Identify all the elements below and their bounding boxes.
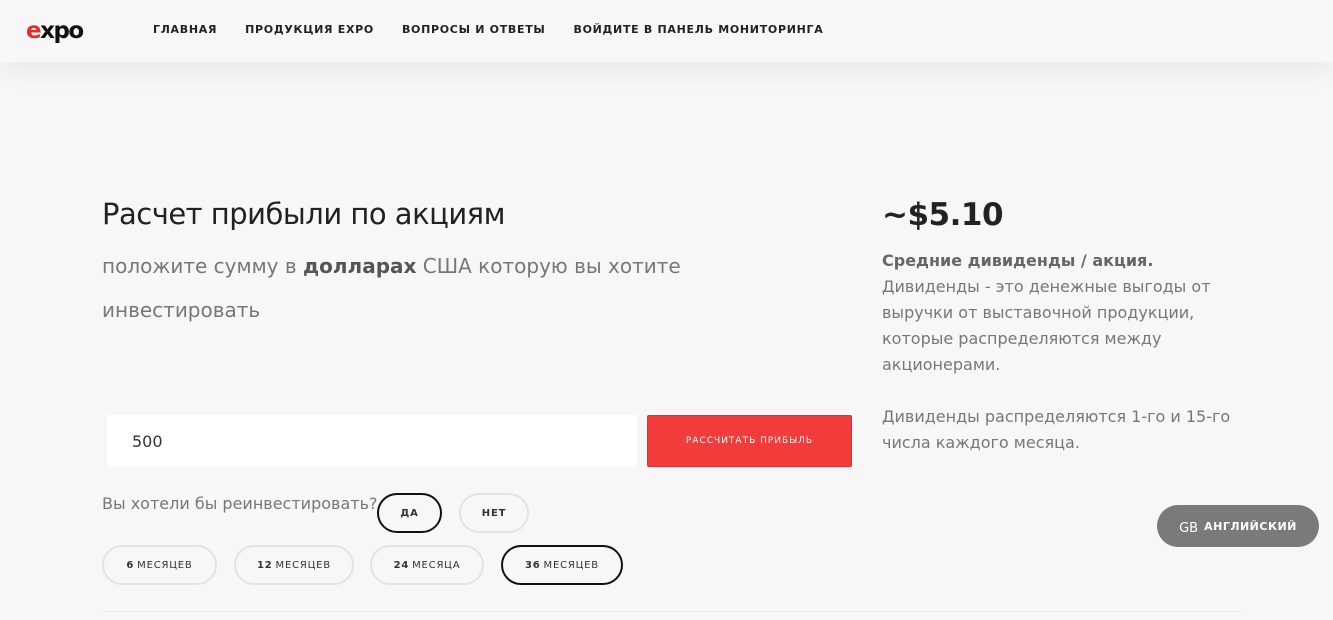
nav-item-monitoring-login[interactable]: ВОЙДИТЕ В ПАНЕЛЬ МОНИТОРИНГА — [574, 23, 824, 36]
reinvest-yes-button[interactable]: ДА — [377, 493, 442, 533]
nav-item-products[interactable]: ПРОДУКЦИЯ EXPO — [245, 23, 374, 36]
amount-input[interactable] — [107, 415, 637, 467]
language-flag-code: GB — [1179, 520, 1199, 536]
nav-item-home[interactable]: ГЛАВНАЯ — [153, 23, 217, 36]
expo-logo[interactable]: expo — [26, 18, 84, 44]
period-6-months-button[interactable]: 6 МЕСЯЦЕВ — [102, 545, 217, 585]
site-header: expo ГЛАВНАЯ ПРОДУКЦИЯ EXPO ВОПРОСЫ И ОТ… — [0, 0, 1333, 62]
period-36-months-button[interactable]: 36 МЕСЯЦЕВ — [501, 545, 623, 585]
dividend-heading: Средние дивиденды / акция. — [882, 251, 1154, 270]
dividend-schedule-note: Дивиденды распределяются 1-го и 15-го чи… — [882, 407, 1231, 452]
nav-item-faq[interactable]: ВОПРОСЫ И ОТВЕТЫ — [402, 23, 546, 36]
dividend-description: Дивиденды - это денежные выгоды от выруч… — [882, 277, 1211, 374]
main-nav: ГЛАВНАЯ ПРОДУКЦИЯ EXPO ВОПРОСЫ И ОТВЕТЫ … — [153, 23, 823, 36]
calculator-subtitle: положите сумму в долларах США которую вы… — [102, 244, 742, 332]
language-switcher-button[interactable]: GB АНГЛИЙСКИЙ — [1157, 505, 1319, 547]
section-divider — [102, 611, 1242, 612]
period-24-months-button[interactable]: 24 МЕСЯЦА — [370, 545, 484, 585]
subtitle-part-1: положите сумму в — [102, 254, 297, 278]
reinvest-no-button[interactable]: НЕТ — [459, 493, 529, 533]
calculate-profit-button[interactable]: РАССЧИТАТЬ ПРИБЫЛЬ — [647, 415, 852, 467]
dividend-result-value: ~$5.10 — [882, 197, 1004, 233]
subtitle-bold: долларах — [303, 254, 417, 278]
period-12-months-button[interactable]: 12 МЕСЯЦЕВ — [234, 545, 354, 585]
reinvest-question: Вы хотели бы реинвестировать? — [102, 494, 378, 513]
language-name: АНГЛИЙСКИЙ — [1204, 519, 1297, 533]
calculator-title: Расчет прибыли по акциям — [102, 197, 506, 231]
